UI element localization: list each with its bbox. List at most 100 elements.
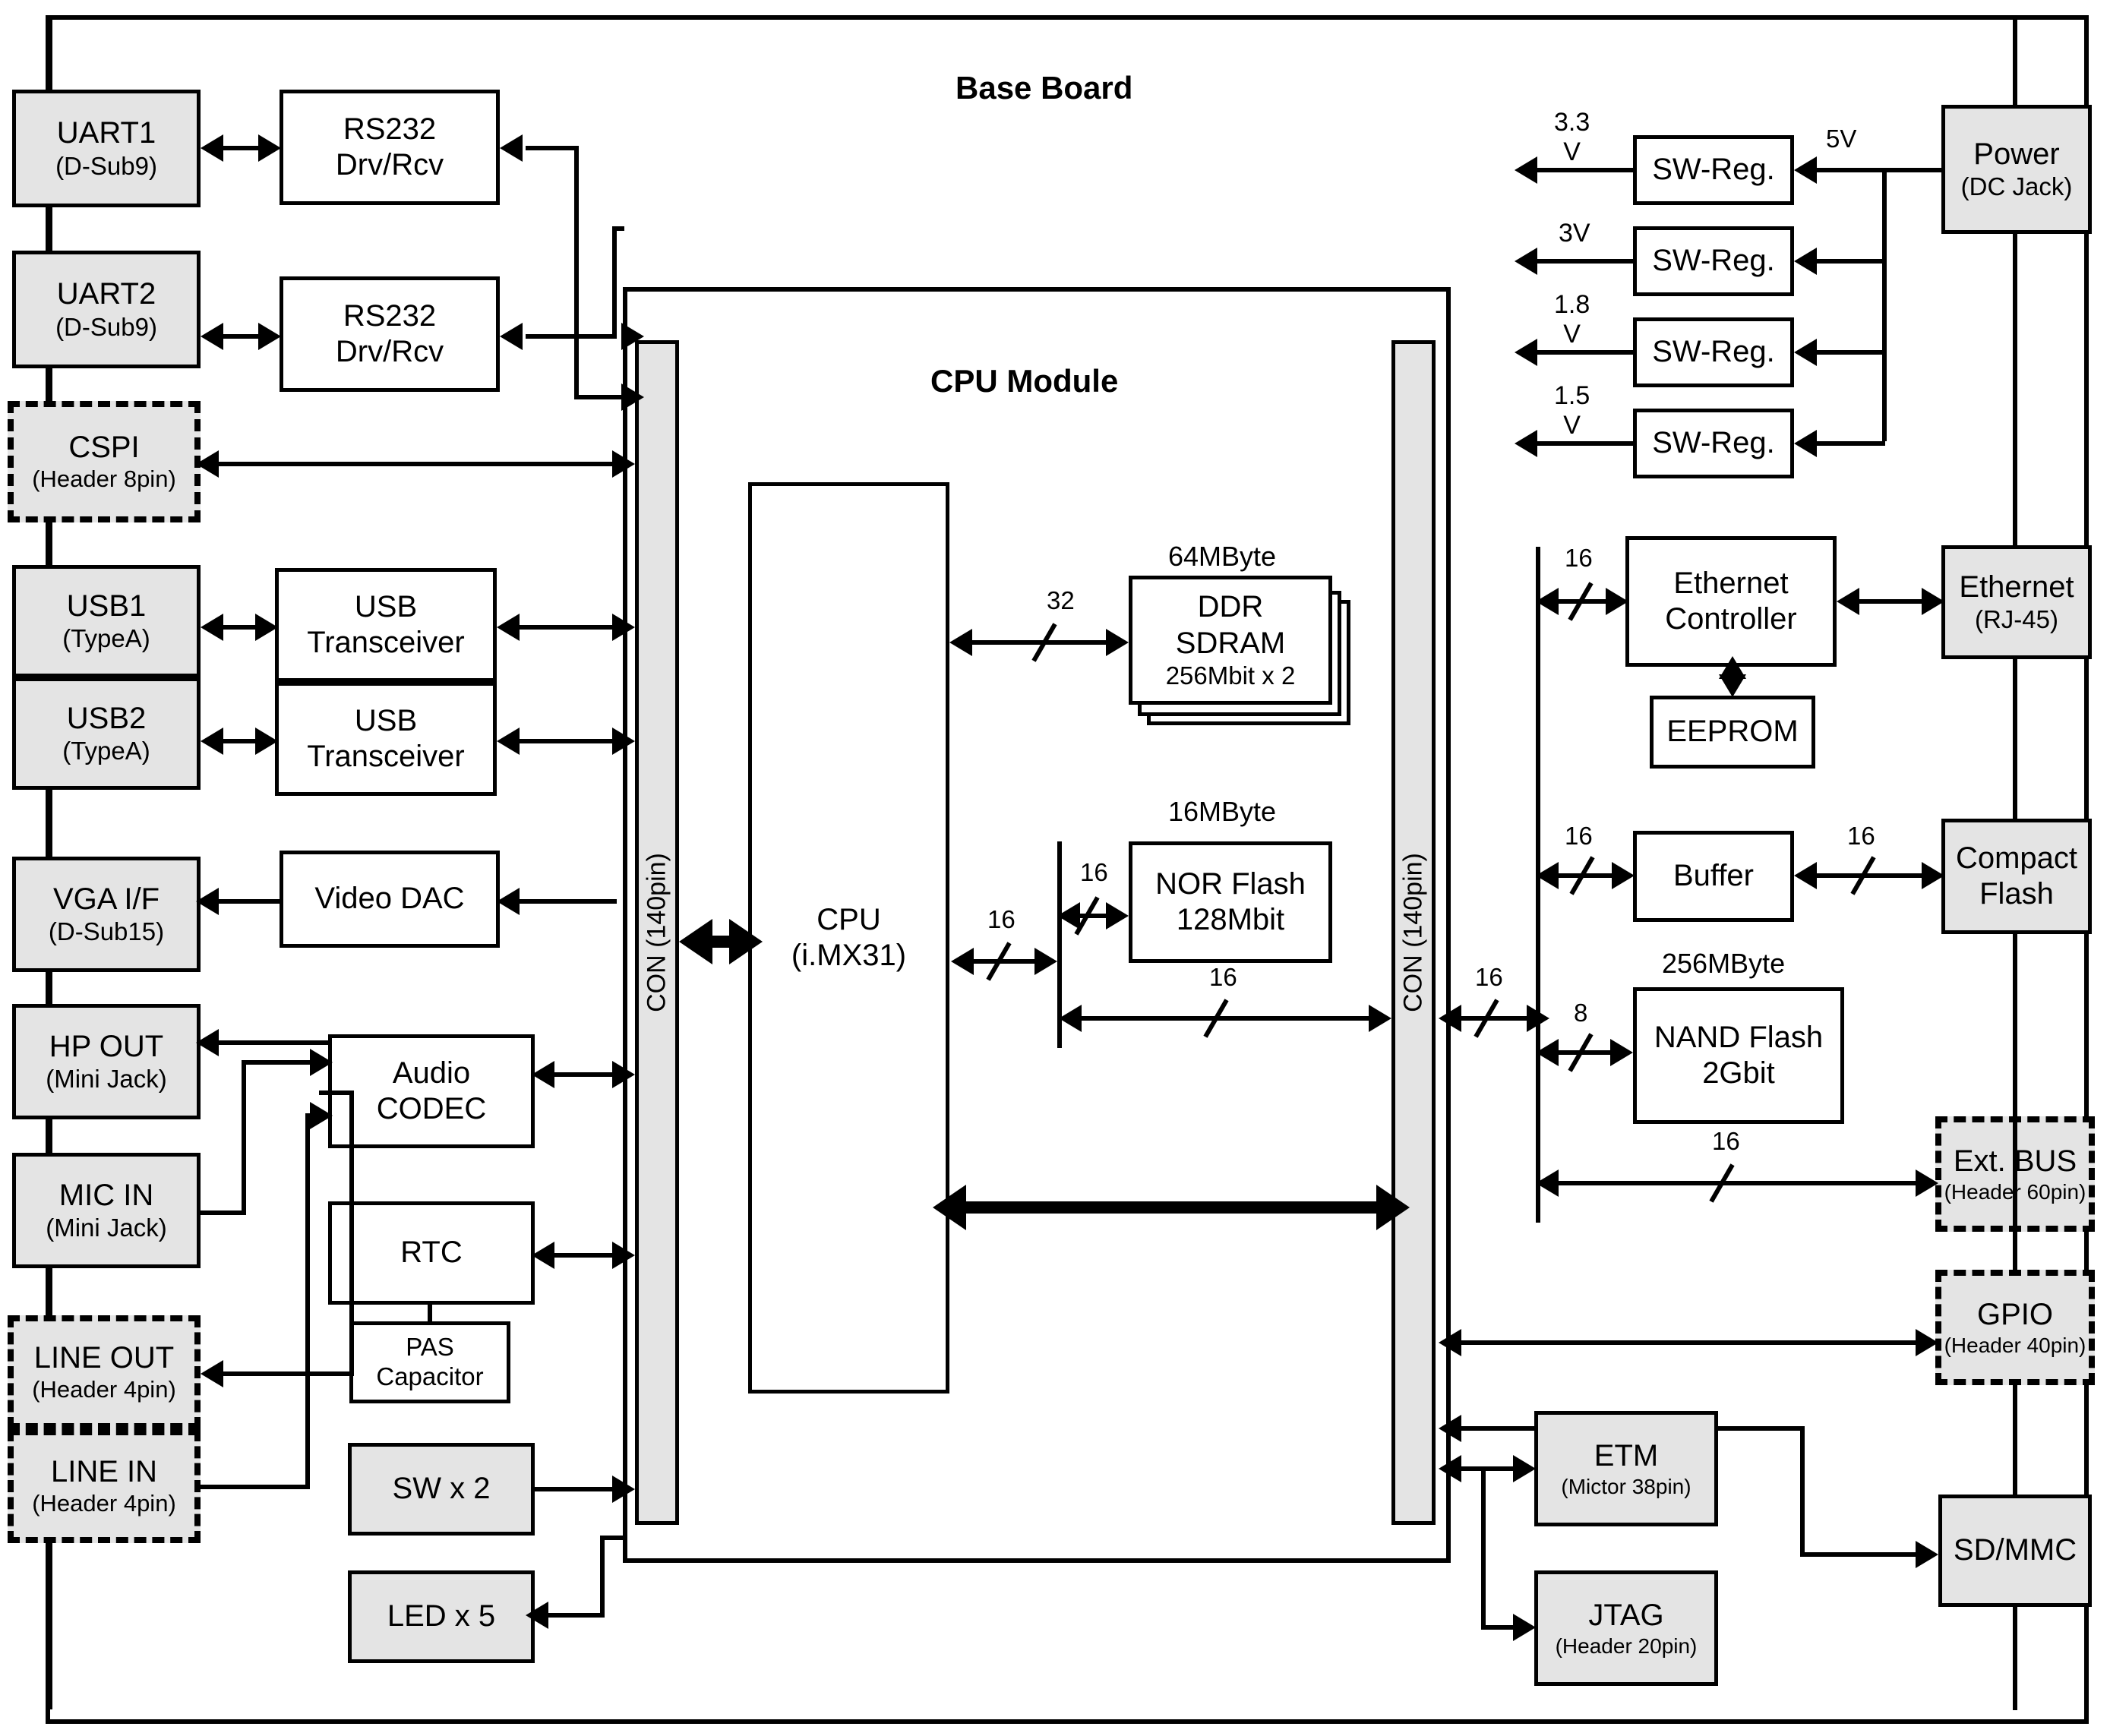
hp-out-line2: (Mini Jack) — [46, 1065, 167, 1094]
power-5v-label: 5V — [1826, 125, 1857, 153]
pas-cap-line1: PAS — [406, 1333, 454, 1362]
gpio-arrow-r — [1916, 1329, 1938, 1356]
vga-dac-arrow — [196, 888, 219, 915]
pas-cap-line2: Capacitor — [376, 1362, 484, 1390]
v15-out-arrow — [1515, 430, 1537, 457]
ext-bus-arrow-r — [1916, 1169, 1938, 1197]
uart1-line1: UART1 — [56, 116, 156, 150]
buffer-left-arrow — [1536, 862, 1559, 889]
power-block: Power (DC Jack) — [1941, 105, 2092, 234]
usb-trx2-line1: USB — [354, 703, 418, 737]
con-right-feed-1 — [1451, 1016, 1536, 1021]
led-con-v — [600, 1536, 605, 1618]
sw-line1: SW x 2 — [392, 1472, 491, 1506]
eth-bus-arrow-right — [1606, 588, 1628, 615]
lineout-codec-h2 — [319, 1091, 354, 1095]
left-spine-1 — [48, 205, 52, 252]
cpu-bus-arrow-left — [951, 948, 974, 975]
rtc-pas-line — [428, 1302, 432, 1324]
ddr-bus-arrow-right — [1106, 629, 1129, 656]
nor-bus-width-label: 16 — [1080, 858, 1108, 886]
compact-flash-block: Compact Flash — [1941, 819, 2092, 934]
uart2-rs232-arrow-l — [201, 323, 223, 350]
mic-in-line2: (Mini Jack) — [46, 1214, 167, 1242]
sdmmc-feed-arrow — [1916, 1541, 1938, 1568]
nand-line2: 2Gbit — [1702, 1056, 1775, 1090]
left-spine-7 — [48, 1267, 52, 1318]
con-right-feed-1-label: 16 — [1475, 963, 1503, 991]
linein-codec-v — [305, 1113, 310, 1489]
lineout-codec-arrow — [201, 1360, 223, 1387]
cf-line2: Flash — [1979, 877, 2054, 911]
uart2-line1: UART2 — [56, 277, 156, 311]
buffer-left-arrow-r — [1612, 862, 1635, 889]
line-out-block: LINE OUT (Header 4pin) — [8, 1315, 201, 1429]
v18-unit: V — [1563, 320, 1581, 349]
usb2-line2: (TypeA) — [62, 737, 150, 765]
buffer-left-width-label: 16 — [1565, 822, 1593, 850]
jtag-feed-arrow — [1513, 1614, 1536, 1641]
eth-bus-arrow-left — [1536, 588, 1559, 615]
nor-bottom-bus-line — [1071, 1016, 1375, 1021]
usb-trx1-line2: Transceiver — [307, 626, 465, 659]
video-dac-line1: Video DAC — [314, 882, 465, 916]
usb-trx2-line2: Transceiver — [307, 740, 465, 773]
sw-reg-3-block: SW-Reg. — [1633, 317, 1794, 387]
ethernet-controller-block: Ethernet Controller — [1625, 536, 1837, 667]
pas-capacitor-block: PAS Capacitor — [349, 1321, 510, 1403]
v33-out-line — [1536, 168, 1633, 172]
gpio-sdmmc-link — [2013, 1381, 2017, 1498]
connector-left-140pin: CON (140pin) — [635, 340, 679, 1525]
sdmmc-drop — [1800, 1426, 1805, 1557]
block-diagram-canvas: Base Board CPU Module CON (140pin) CON (… — [0, 0, 2110, 1736]
sw-con-line — [535, 1487, 617, 1491]
jtag-block: JTAG (Header 20pin) — [1534, 1570, 1718, 1686]
line-in-block: LINE IN (Header 4pin) — [8, 1429, 201, 1543]
usb2-con-arrow-r — [612, 728, 635, 755]
jtag-feed-line — [1481, 1625, 1515, 1630]
eeprom-block: EEPROM — [1650, 696, 1815, 769]
led-con-h2 — [545, 1613, 603, 1618]
line-in-line2: (Header 4pin) — [32, 1490, 176, 1517]
buffer-right-arrow-l — [1794, 862, 1817, 889]
eth-bus-width-label: 16 — [1565, 544, 1593, 572]
v3-out-line — [1536, 259, 1633, 264]
jtag-branch — [1481, 1466, 1486, 1627]
rs232-2-drop — [612, 226, 617, 339]
buffer-right-arrow-r — [1922, 862, 1944, 889]
sdmmc-label: SD/MMC — [1953, 1533, 2077, 1567]
ext-bus-line — [1551, 1181, 1923, 1185]
sw-reg-3-label: SW-Reg. — [1652, 335, 1775, 369]
cf-line1: Compact — [1955, 841, 2078, 875]
usb1-con-line — [515, 625, 614, 630]
v3-number: 3V — [1559, 219, 1590, 248]
left-spine-top — [48, 20, 52, 92]
hpout-codec-line — [216, 1040, 328, 1045]
cpu-main-bus — [965, 1201, 1382, 1214]
ddr-line1: DDR — [1197, 590, 1264, 624]
rtc-con-arrow-r — [612, 1242, 635, 1269]
cpu-main-bus-arrow-right — [1376, 1185, 1410, 1230]
ddr-capacity-label: 64MByte — [1168, 541, 1277, 572]
nor-bottom-bus-arrow-right — [1369, 1005, 1391, 1032]
eeprom-label: EEPROM — [1666, 715, 1799, 749]
uart2-rs232-arrow-r — [258, 323, 281, 350]
left-spine-5 — [48, 971, 52, 1005]
nor-bottom-bus-arrow-left — [1059, 1005, 1082, 1032]
led-line1: LED x 5 — [387, 1599, 496, 1633]
nand-bus-arrow-r — [1610, 1039, 1633, 1066]
rtc-con-arrow-l — [532, 1242, 554, 1269]
hp-out-block: HP OUT (Mini Jack) — [12, 1004, 201, 1119]
v18-number: 1.8 — [1554, 290, 1590, 319]
v15-unit: V — [1563, 411, 1581, 440]
vga-dac-line — [216, 899, 280, 904]
rs232-2-to-con-arrow — [621, 323, 644, 350]
ethernet-line2: (RJ-45) — [1974, 605, 2058, 634]
rs232-1-out-arrow — [500, 134, 523, 162]
cf-to-frame — [2013, 656, 2017, 822]
vga-line1: VGA I/F — [52, 882, 160, 916]
uart1-rs232-arrow-l — [201, 134, 223, 162]
hpout-codec-arrow — [196, 1029, 219, 1056]
left-spine-3 — [48, 519, 52, 567]
vga-block: VGA I/F (D-Sub15) — [12, 857, 201, 972]
